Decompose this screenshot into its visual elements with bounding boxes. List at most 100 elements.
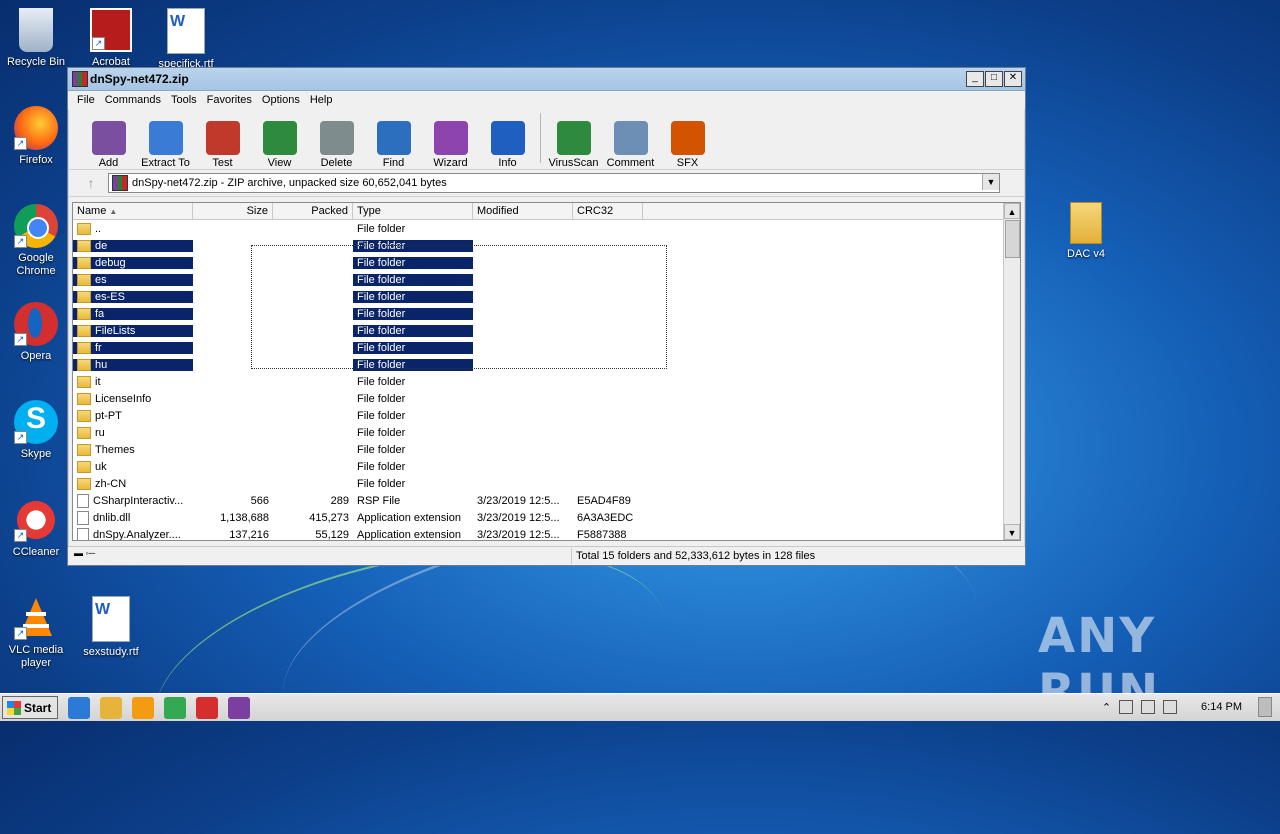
menu-bar: File Commands Tools Favorites Options He… — [68, 91, 1025, 109]
file-name: dnSpy.Analyzer.... — [93, 528, 181, 541]
cell-modified: 3/23/2019 12:5... — [477, 528, 560, 541]
column-header-name[interactable]: Name ▲ — [73, 203, 193, 219]
title-bar[interactable]: dnSpy-net472.zip _ □ ✕ — [68, 68, 1025, 91]
ccleaner-icon: ↗ — [14, 498, 58, 542]
cell-name: zh-CN — [73, 477, 193, 490]
winrar-icon[interactable] — [228, 696, 251, 719]
desktop-icon-label: Opera — [20, 350, 52, 362]
close-button[interactable]: ✕ — [1004, 71, 1022, 87]
archive-path-text: dnSpy-net472.zip - ZIP archive, unpacked… — [132, 177, 447, 189]
shortcut-arrow-icon: ↗ — [14, 235, 27, 248]
table-row[interactable]: Themes File folder — [73, 441, 1020, 458]
shortcut-arrow-icon: ↗ — [14, 529, 27, 542]
file-name: es-ES — [95, 290, 125, 303]
winrar-window[interactable]: dnSpy-net472.zip _ □ ✕ File Commands Too… — [67, 67, 1026, 566]
chrome-icon[interactable] — [164, 696, 187, 719]
scrollbar-thumb[interactable] — [1005, 220, 1020, 258]
scroll-up-arrow-icon[interactable]: ▲ — [1004, 203, 1020, 219]
minimize-button[interactable]: _ — [966, 71, 984, 87]
vertical-scrollbar[interactable]: ▲ ▼ — [1003, 203, 1020, 540]
volume-icon[interactable] — [1141, 700, 1156, 714]
cell-size: 137,216 — [229, 528, 269, 541]
table-row[interactable]: .. File folder — [73, 220, 1020, 237]
folder-icon — [1070, 202, 1102, 244]
desktop-icon-recycle-bin[interactable]: Recycle Bin — [1, 8, 71, 69]
toolbar-view-button[interactable]: View — [251, 121, 308, 169]
menu-options[interactable]: Options — [257, 94, 305, 106]
desktop-icon-ccleaner[interactable]: ↗ CCleaner — [1, 498, 71, 559]
table-row[interactable]: it File folder — [73, 373, 1020, 390]
menu-help[interactable]: Help — [305, 94, 338, 106]
desktop-icon-skype[interactable]: S ↗ Skype — [1, 400, 71, 461]
table-row[interactable]: dnSpy.Analyzer.... 137,216 55,129 Applicati… — [73, 526, 1020, 541]
desktop-icon-sexstudy-rtf[interactable]: W sexstudy.rtf — [76, 596, 146, 659]
table-row[interactable]: pt-PT File folder — [73, 407, 1020, 424]
clock[interactable]: 6:14 PM — [1201, 701, 1242, 713]
column-header-modified[interactable]: Modified — [473, 203, 573, 219]
menu-favorites[interactable]: Favorites — [202, 94, 257, 106]
cell-name: de — [73, 239, 193, 252]
desktop-icon-dac-v4[interactable]: DAC v4 — [1051, 202, 1121, 261]
toolbar-test-button[interactable]: Test — [194, 121, 251, 169]
cell-name: Themes — [73, 443, 193, 456]
toolbar-add-button[interactable]: Add — [80, 121, 137, 169]
action-center-flag-icon[interactable] — [1163, 700, 1178, 714]
toolbar-extract-to-button[interactable]: Extract To — [137, 121, 194, 169]
table-row[interactable]: zh-CN File folder — [73, 475, 1020, 492]
start-button[interactable]: Start — [2, 696, 59, 719]
toolbar-virusscan-button[interactable]: VirusScan — [545, 121, 602, 169]
add-archive-icon — [91, 121, 126, 155]
toolbar-delete-button[interactable]: Delete — [308, 121, 365, 169]
menu-commands[interactable]: Commands — [100, 94, 166, 106]
file-list[interactable]: Name ▲ Size Packed Type Modified CRC32 .… — [72, 202, 1021, 541]
file-name: it — [95, 375, 101, 388]
desktop-icon-label: Google Chrome — [16, 252, 56, 277]
desktop-icon-opera[interactable]: ↗ Opera — [1, 302, 71, 363]
column-header-size[interactable]: Size — [193, 203, 273, 219]
table-row[interactable]: CSharpInteractiv... 566 289 RSP File 3/23/20… — [73, 492, 1020, 509]
opera-icon[interactable] — [196, 696, 219, 719]
desktop-icon-specifick-rtf[interactable]: W specifick.rtf — [151, 8, 221, 71]
shortcut-arrow-icon: ↗ — [14, 627, 27, 640]
network-icon[interactable] — [1119, 700, 1134, 714]
toolbar-label: Info — [498, 157, 517, 169]
view-book-icon — [262, 121, 297, 155]
up-arrow-icon[interactable]: ↑ — [74, 175, 108, 191]
shortcut-arrow-icon: ↗ — [14, 333, 27, 346]
table-row[interactable]: uk File folder — [73, 458, 1020, 475]
column-header-crc32[interactable]: CRC32 — [573, 203, 643, 219]
archive-path-field[interactable]: dnSpy-net472.zip - ZIP archive, unpacked… — [108, 173, 1000, 193]
toolbar-sfx-button[interactable]: SFX — [659, 121, 716, 169]
shortcut-arrow-icon: ↗ — [14, 431, 27, 444]
tray-expand-icon[interactable]: ⌃ — [1102, 701, 1111, 714]
table-row[interactable]: dnlib.dll 1,138,688 415,273 Application ext… — [73, 509, 1020, 526]
media-player-icon[interactable] — [132, 696, 155, 719]
test-checklist-icon — [205, 121, 240, 155]
table-row[interactable]: LicenseInfo File folder — [73, 390, 1020, 407]
toolbar-info-button[interactable]: Info — [479, 121, 536, 169]
toolbar-comment-button[interactable]: Comment — [602, 121, 659, 169]
menu-file[interactable]: File — [72, 94, 100, 106]
desktop-icon-vlc[interactable]: ↗ VLC media player — [1, 596, 71, 670]
toolbar-wizard-button[interactable]: Wizard — [422, 121, 479, 169]
desktop-icon-acrobat[interactable]: ↗ Acrobat — [76, 8, 146, 69]
explorer-folder-icon[interactable] — [100, 696, 123, 719]
scroll-down-arrow-icon[interactable]: ▼ — [1004, 524, 1020, 540]
column-header-packed[interactable]: Packed — [273, 203, 353, 219]
zip-archive-icon — [112, 175, 128, 191]
column-header-type[interactable]: Type — [353, 203, 473, 219]
desktop-icon-chrome[interactable]: ↗ Google Chrome — [1, 204, 71, 278]
table-row[interactable]: ru File folder — [73, 424, 1020, 441]
toolbar-find-button[interactable]: Find — [365, 121, 422, 169]
cell-modified: 3/23/2019 12:5... — [477, 494, 560, 507]
cell-type: File folder — [357, 477, 406, 490]
maximize-button[interactable]: □ — [985, 71, 1003, 87]
cell-name: ru — [73, 426, 193, 439]
show-desktop-button[interactable] — [1258, 697, 1272, 717]
desktop-icon-firefox[interactable]: ↗ Firefox — [1, 106, 71, 167]
menu-tools[interactable]: Tools — [166, 94, 202, 106]
window-controls: _ □ ✕ — [966, 71, 1022, 87]
chevron-down-icon[interactable]: ▼ — [982, 174, 999, 190]
folder-icon — [77, 307, 91, 320]
internet-explorer-icon[interactable] — [68, 696, 91, 719]
